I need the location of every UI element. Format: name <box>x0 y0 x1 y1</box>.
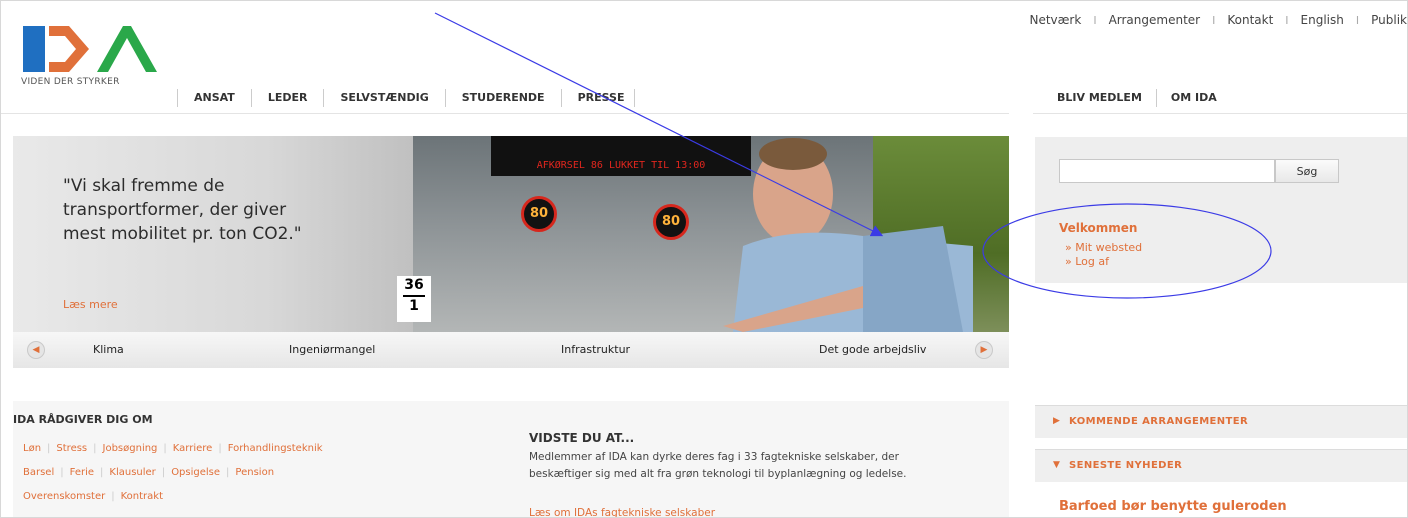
separator: I <box>1355 14 1360 27</box>
logo-d-shape <box>49 26 89 72</box>
nav-ansat[interactable]: ANSAT <box>177 89 251 107</box>
hero-carousel-strip: ◀ Klima Ingeniørmangel Infrastruktur Det… <box>13 332 1009 368</box>
tag-link[interactable]: Klausuler <box>109 467 155 478</box>
separator: | <box>163 443 167 454</box>
nav-studerende[interactable]: STUDERENDE <box>444 89 561 107</box>
hero-gantry-sign: AFKØRSEL 86 LUKKET TIL 13:00 <box>491 136 751 176</box>
chevron-right-icon: » <box>1065 241 1076 254</box>
my-site-link[interactable]: » Mit websted <box>1065 241 1142 254</box>
tag-link[interactable]: Opsigelse <box>171 467 220 478</box>
topnav-english[interactable]: English <box>1301 13 1344 27</box>
separator: | <box>226 467 230 478</box>
hero-banner[interactable]: AFKØRSEL 86 LUKKET TIL 13:00 80 80 36 1 … <box>13 136 1009 368</box>
hero-read-more-link[interactable]: Læs mere <box>63 298 118 311</box>
carousel-item-klima[interactable]: Klima <box>93 343 124 356</box>
ida-logo[interactable] <box>21 23 157 81</box>
nav-leder[interactable]: LEDER <box>250 89 324 107</box>
welcome-title: Velkommen <box>1059 221 1138 235</box>
tag-link[interactable]: Løn <box>23 443 41 454</box>
main-nav: ANSAT LEDER SELVSTÆNDIG STUDERENDE PRESS… <box>177 89 635 107</box>
chevron-right-icon: » <box>1065 255 1076 268</box>
tag-link[interactable]: Barsel <box>23 467 54 478</box>
my-site-link-label: Mit websted <box>1075 241 1143 254</box>
separator: | <box>60 467 64 478</box>
triangle-down-icon: ▼ <box>1053 460 1060 470</box>
separator: I <box>1212 14 1216 27</box>
did-you-know-title: VIDSTE DU AT... <box>529 431 635 445</box>
logout-link[interactable]: » Log af <box>1065 255 1109 268</box>
advice-tags-row-2: Barsel | Ferie | Klausuler | Opsigelse | Pension <box>23 467 274 478</box>
account-panel: Søg Velkommen » Mit websted » Log af <box>1035 137 1407 283</box>
page: VIDEN DER STYRKER Netværk I Arrangementer I… <box>0 0 1408 518</box>
tag-link[interactable]: Overenskomster <box>23 491 105 502</box>
km-marker-bottom: 1 <box>403 295 425 316</box>
top-nav: Netværk I Arrangementer I Kontakt I English I Pu… <box>1029 13 1407 27</box>
carousel-next-icon[interactable]: ▶ <box>975 341 993 359</box>
carousel-item-infrastruktur[interactable]: Infrastruktur <box>561 343 630 356</box>
topnav-publik[interactable]: Publik <box>1371 13 1407 27</box>
hero-person-photo <box>723 138 973 332</box>
speed-sign-1: 80 <box>521 196 557 232</box>
carousel-prev-icon[interactable]: ◀ <box>27 341 45 359</box>
tag-link[interactable]: Ferie <box>70 467 94 478</box>
search-input[interactable] <box>1059 159 1275 183</box>
right-nav-divider <box>1033 113 1407 114</box>
tag-link[interactable]: Pension <box>235 467 274 478</box>
hero-quote: "Vi skal fremme de transportformer, der … <box>63 176 302 244</box>
nav-bliv-medlem[interactable]: BLIV MEDLEM <box>1041 89 1157 107</box>
speed-sign-2: 80 <box>653 204 689 240</box>
km-marker: 36 1 <box>397 276 431 322</box>
carousel-item-ingeniormangel[interactable]: Ingeniørmangel <box>289 343 375 356</box>
logo-a-shape <box>97 26 157 72</box>
tag-link[interactable]: Jobsøgning <box>103 443 158 454</box>
triangle-right-icon: ▶ <box>1053 416 1060 426</box>
tag-link[interactable]: Karriere <box>173 443 213 454</box>
right-nav: BLIV MEDLEM OM IDA <box>1041 89 1231 107</box>
separator: | <box>218 443 222 454</box>
search-button[interactable]: Søg <box>1275 159 1339 183</box>
advice-title: IDA RÅDGIVER DIG OM <box>13 413 153 426</box>
logo-tagline: VIDEN DER STYRKER <box>21 77 120 87</box>
tag-link[interactable]: Kontrakt <box>121 491 163 502</box>
topnav-netvaerk[interactable]: Netværk <box>1029 13 1081 27</box>
news-label: SENESTE NYHEDER <box>1069 460 1183 471</box>
separator: | <box>100 467 104 478</box>
news-headline-link[interactable]: Barfoed bør benytte guleroden <box>1059 499 1287 514</box>
topnav-kontakt[interactable]: Kontakt <box>1227 13 1273 27</box>
did-you-know-link[interactable]: Læs om IDAs fagtekniske selskaber <box>529 507 715 517</box>
events-accordion[interactable]: ▶ KOMMENDE ARRANGEMENTER <box>1035 405 1407 438</box>
nav-selvstaendig[interactable]: SELVSTÆNDIG <box>323 89 444 107</box>
separator: I <box>1093 14 1097 27</box>
logo-bar <box>23 26 45 72</box>
nav-presse[interactable]: PRESSE <box>560 89 635 107</box>
separator: | <box>93 443 97 454</box>
events-label: KOMMENDE ARRANGEMENTER <box>1069 416 1249 427</box>
separator: | <box>111 491 115 502</box>
separator: | <box>161 467 166 478</box>
header-divider <box>1 113 1009 114</box>
did-you-know-text: Medlemmer af IDA kan dyrke deres fag i 3… <box>529 451 907 480</box>
tag-link[interactable]: Forhandlingsteknik <box>228 443 323 454</box>
separator: I <box>1285 14 1289 27</box>
tag-link[interactable]: Stress <box>56 443 87 454</box>
advice-tags-row-1: Løn | Stress | Jobsøgning | Karriere | Forhandli… <box>23 443 323 454</box>
km-marker-top: 36 <box>404 277 424 293</box>
logout-link-label: Log af <box>1075 255 1109 268</box>
nav-om-ida[interactable]: OM IDA <box>1157 89 1231 107</box>
topnav-arrangementer[interactable]: Arrangementer <box>1109 13 1201 27</box>
news-accordion[interactable]: ▼ SENESTE NYHEDER <box>1035 449 1407 482</box>
carousel-item-arbejdsliv[interactable]: Det gode arbejdsliv <box>819 343 926 356</box>
separator: | <box>47 443 51 454</box>
advice-tags-row-3: Overenskomster | Kontrakt <box>23 491 163 502</box>
